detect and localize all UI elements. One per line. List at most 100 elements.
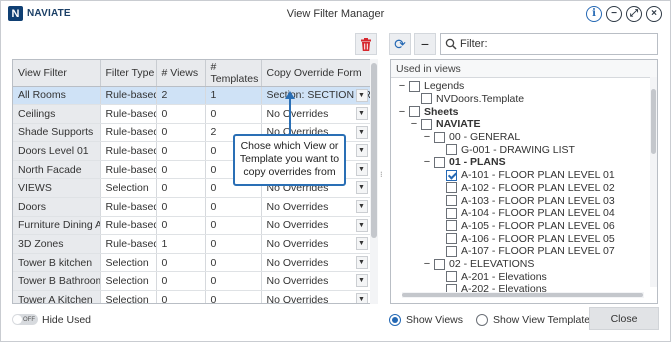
column-header-view-filter[interactable]: View Filter <box>13 60 101 87</box>
show-templates-radio[interactable] <box>476 314 488 326</box>
show-views-radio[interactable] <box>389 314 401 326</box>
dropdown-arrow-icon[interactable]: ▼ <box>355 255 368 269</box>
show-templates-option[interactable]: Show View Templates <box>476 314 595 326</box>
dropdown-arrow-icon[interactable]: ▼ <box>355 181 368 195</box>
dropdown-arrow-icon[interactable]: ▼ <box>355 107 368 121</box>
column-header-views[interactable]: # Views <box>156 60 206 87</box>
tree-node[interactable]: − 01 - PLANS <box>422 156 506 169</box>
copy-override-dropdown[interactable]: No Overrides ▼ <box>261 234 371 254</box>
column-header-copy-override[interactable]: Copy Override Form <box>261 60 371 87</box>
refresh-button[interactable]: ⟳ <box>389 33 411 55</box>
tree-node[interactable]: A-103 - FLOOR PLAN LEVEL 03 <box>446 194 615 207</box>
tree-checkbox[interactable] <box>446 169 457 181</box>
collapse-button[interactable]: − <box>414 33 436 55</box>
tree-node[interactable]: A-104 - FLOOR PLAN LEVEL 04 <box>446 207 615 220</box>
dropdown-arrow-icon[interactable]: ▼ <box>355 274 368 288</box>
pane-splitter[interactable]: ⁝ <box>380 171 383 179</box>
copy-override-dropdown[interactable]: Section: SECTION - RO...▼ <box>261 86 371 106</box>
tree-checkbox[interactable] <box>421 118 432 130</box>
tree-node[interactable]: − 00 - GENERAL <box>422 131 520 144</box>
tree-checkbox[interactable] <box>446 220 457 232</box>
tree-checkbox[interactable] <box>421 93 432 105</box>
delete-filter-button[interactable] <box>355 33 377 55</box>
tree-checkbox[interactable] <box>446 195 457 207</box>
copy-override-dropdown[interactable]: No Overrides ▼ <box>261 216 371 236</box>
tree-node[interactable]: A-101 - FLOOR PLAN LEVEL 01 <box>446 169 615 182</box>
close-icon[interactable]: × <box>646 6 662 22</box>
tree-hscroll-thumb[interactable] <box>402 293 643 297</box>
tree-node[interactable]: A-106 - FLOOR PLAN LEVEL 05 <box>446 232 615 245</box>
tree-checkbox[interactable] <box>446 233 457 245</box>
copy-override-dropdown[interactable]: No Overrides ▼ <box>261 197 371 217</box>
cell-views: 0 <box>156 160 206 180</box>
collapse-toggle-icon[interactable]: − <box>422 156 432 168</box>
show-views-option[interactable]: Show Views <box>389 314 463 326</box>
tree-checkbox[interactable] <box>434 156 445 168</box>
cell-view-filter: Tower B Bathroom <box>13 271 101 292</box>
collapse-toggle-icon[interactable]: − <box>397 80 407 92</box>
tree-node[interactable]: NVDoors.Template <box>421 93 524 106</box>
copy-override-dropdown[interactable]: No Overrides ▼ <box>261 253 371 273</box>
filter-input[interactable] <box>460 38 650 50</box>
copy-override-dropdown[interactable]: No Overrides ▼ <box>261 271 371 292</box>
table-row[interactable]: Tower B Bathroom Selection 0 0 No Overrides ▼ <box>13 271 371 292</box>
hide-used-toggle[interactable]: OFF <box>12 314 38 325</box>
table-row[interactable]: 3D Zones Rule-based 1 0 No Overrides ▼ <box>13 234 371 254</box>
tree-node[interactable]: − 02 - ELEVATIONS <box>422 258 535 271</box>
restore-icon[interactable]: ⤢ <box>626 6 642 22</box>
table-row[interactable]: Tower A Kitchen Selection 0 0 No Overrides ▼ <box>13 290 371 303</box>
tree-vertical-scrollbar[interactable] <box>650 77 657 287</box>
tree-node[interactable]: A-105 - FLOOR PLAN LEVEL 06 <box>446 220 615 233</box>
table-row[interactable]: Doors Rule-based 0 0 No Overrides ▼ <box>13 197 371 217</box>
tree-node[interactable]: − Sheets <box>397 105 459 118</box>
tree-horizontal-scrollbar[interactable] <box>402 292 644 298</box>
close-button[interactable]: Close <box>589 307 659 330</box>
dropdown-arrow-icon[interactable]: ▼ <box>355 218 368 232</box>
tree-node[interactable]: A-102 - FLOOR PLAN LEVEL 02 <box>446 182 615 195</box>
tree-vscroll-thumb[interactable] <box>651 89 656 154</box>
table-row[interactable]: Furniture Dining AreaRule-based00No Over… <box>13 216 371 236</box>
collapse-toggle-icon[interactable]: − <box>409 118 419 130</box>
tree-checkbox[interactable] <box>446 144 457 156</box>
collapse-toggle-icon[interactable]: − <box>422 131 432 143</box>
tree-checkbox[interactable] <box>446 182 457 194</box>
cell-filter-type: Rule-based <box>100 160 157 180</box>
table-row[interactable]: Ceilings Rule-based 0 0 No Overrides ▼ <box>13 104 371 124</box>
cell-filter-type: Rule-based <box>100 141 157 161</box>
tree-checkbox[interactable] <box>446 207 457 219</box>
tree-node[interactable]: − NAVIATE <box>409 118 481 131</box>
info-icon[interactable]: i <box>586 6 602 22</box>
tree-node-label: A-107 - FLOOR PLAN LEVEL 07 <box>461 245 615 258</box>
tree-checkbox[interactable] <box>409 106 420 118</box>
dropdown-arrow-icon[interactable]: ▼ <box>355 125 368 139</box>
dropdown-arrow-icon[interactable]: ▼ <box>355 88 368 102</box>
minimize-icon[interactable]: − <box>606 6 622 22</box>
dropdown-arrow-icon[interactable]: ▼ <box>355 162 368 176</box>
copy-override-dropdown[interactable]: No Overrides ▼ <box>261 290 371 303</box>
tree-node[interactable]: G-001 - DRAWING LIST <box>446 144 575 157</box>
dropdown-arrow-icon[interactable]: ▼ <box>355 237 368 251</box>
tree-node[interactable]: A-107 - FLOOR PLAN LEVEL 07 <box>446 245 615 258</box>
tree-checkbox[interactable] <box>434 131 445 143</box>
table-scroll-thumb[interactable] <box>371 63 377 238</box>
collapse-toggle-icon[interactable]: − <box>397 106 407 118</box>
dropdown-arrow-icon[interactable]: ▼ <box>355 293 368 303</box>
dropdown-arrow-icon[interactable]: ▼ <box>355 200 368 214</box>
cell-templates: 0 <box>205 197 262 217</box>
tree-checkbox[interactable] <box>446 245 457 257</box>
tree-checkbox[interactable] <box>434 258 445 270</box>
tree-node[interactable]: − Legends <box>397 80 465 93</box>
table-scrollbar[interactable] <box>370 59 378 304</box>
callout-line-1: Chose which View or <box>240 140 339 152</box>
table-row[interactable]: All RoomsRule-based21Section: SECTION - … <box>13 86 371 106</box>
column-header-filter-type[interactable]: Filter Type <box>100 60 157 87</box>
table-row[interactable]: Tower B kitchen Selection 0 0 No Overrides ▼ <box>13 253 371 273</box>
tree-checkbox[interactable] <box>409 80 420 92</box>
filter-search-box[interactable] <box>440 33 658 55</box>
tree-checkbox[interactable] <box>446 271 457 283</box>
copy-override-dropdown[interactable]: No Overrides ▼ <box>261 104 371 124</box>
column-header-templates[interactable]: # Templates <box>205 60 262 87</box>
collapse-toggle-icon[interactable]: − <box>422 258 432 270</box>
dropdown-arrow-icon[interactable]: ▼ <box>355 144 368 158</box>
tree-node[interactable]: A-201 - Elevations <box>446 271 547 284</box>
